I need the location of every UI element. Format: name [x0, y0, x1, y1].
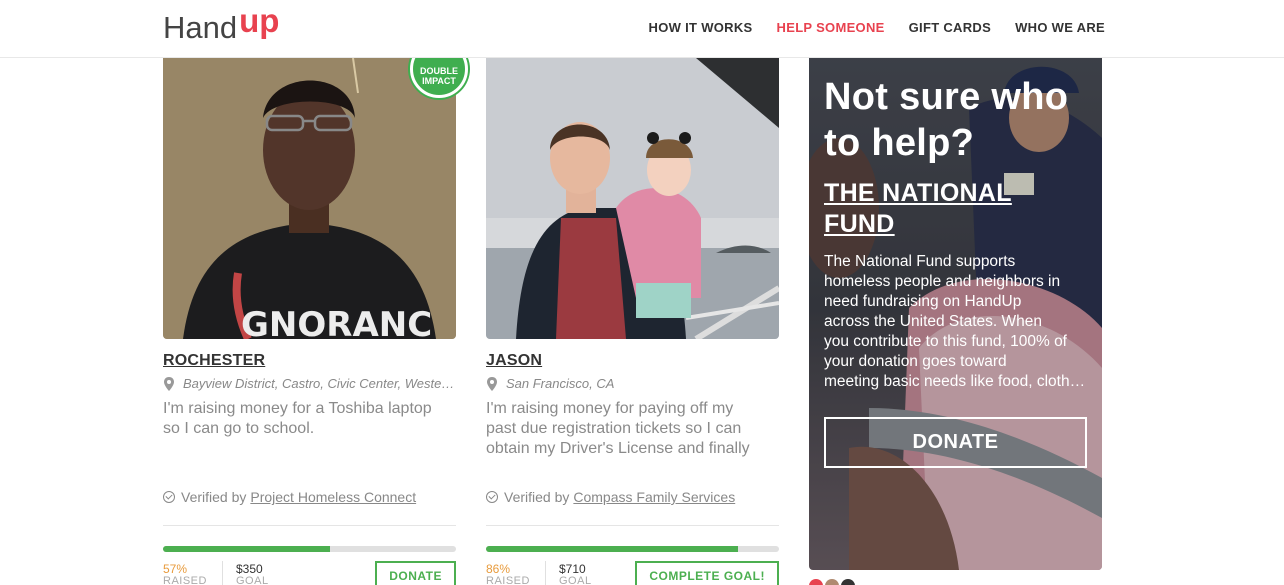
- svg-text:GNORANC: GNORANC: [241, 305, 432, 339]
- profile-name[interactable]: JASON: [486, 352, 542, 370]
- profile-photo[interactable]: [486, 58, 779, 339]
- nav-how-it-works[interactable]: HOW IT WORKS: [649, 20, 753, 35]
- check-circle-icon: [163, 491, 175, 503]
- profile-photo[interactable]: GNORANC: [163, 58, 456, 339]
- progress-bar: [486, 546, 779, 552]
- verified-by: Verified by Project Homeless Connect: [163, 489, 456, 505]
- location: San Francisco, CA: [486, 376, 779, 391]
- main-nav: HOW IT WORKS HELP SOMEONE GIFT CARDS WHO…: [625, 20, 1105, 35]
- complete-goal-button[interactable]: COMPLETE GOAL!: [635, 561, 779, 585]
- stats-separator: [545, 561, 546, 585]
- verifier-link[interactable]: Project Homeless Connect: [250, 489, 416, 505]
- fundraising-stats: 86% RAISED $710 GOAL COMPLETE GOAL!: [486, 561, 779, 585]
- supporter-avatars: [809, 579, 855, 585]
- divider: [163, 525, 456, 526]
- location: Bayview District, Castro, Civic Center, …: [163, 376, 456, 391]
- handup-logo[interactable]: Hand up: [163, 2, 279, 48]
- goal-amount: $350 GOAL: [236, 562, 269, 585]
- profile-card-rochester: DOUBLE IMPACT GNORANC ROCHESTER Bayview …: [163, 40, 468, 585]
- donate-button[interactable]: DONATE: [375, 561, 456, 585]
- profile-name[interactable]: ROCHESTER: [163, 352, 265, 370]
- story-text: I'm raising money for paying off my past…: [486, 400, 750, 457]
- nav-gift-cards[interactable]: GIFT CARDS: [909, 20, 991, 35]
- progress-fill: [163, 546, 330, 552]
- story-text: I'm raising money for a Toshiba laptop s…: [163, 400, 432, 437]
- fundraising-stats: 57% RAISED $350 GOAL DONATE: [163, 561, 456, 585]
- nav-who-we-are[interactable]: WHO WE ARE: [1015, 20, 1105, 35]
- site-header: Hand up HOW IT WORKS HELP SOMEONE GIFT C…: [0, 0, 1284, 58]
- avatar: [825, 579, 839, 585]
- divider: [486, 525, 779, 526]
- nav-help-someone[interactable]: HELP SOMEONE: [777, 20, 885, 35]
- map-pin-icon: [487, 376, 497, 391]
- avatar: [841, 579, 855, 585]
- goal-amount: $710 GOAL: [559, 562, 592, 585]
- promo-question: Not sure who to help?: [824, 76, 1069, 164]
- progress-fill: [486, 546, 738, 552]
- percent-raised: 57% RAISED: [163, 562, 207, 585]
- national-fund-donate-button[interactable]: DONATE: [824, 417, 1087, 468]
- profile-card-jason: JASON San Francisco, CA I'm raising mone…: [486, 58, 779, 585]
- national-fund-description: The National Fund supports homeless peop…: [824, 253, 1088, 390]
- promo-content: Not sure who to help? THE NATIONAL FUND …: [824, 74, 1088, 468]
- verifier-link[interactable]: Compass Family Services: [573, 489, 735, 505]
- avatar: [809, 579, 823, 585]
- progress-bar: [163, 546, 456, 552]
- check-circle-icon: [486, 491, 498, 503]
- logo-hand-text: Hand: [163, 10, 238, 45]
- map-pin-icon: [164, 376, 174, 391]
- national-fund-title[interactable]: THE NATIONAL FUND: [824, 178, 1012, 240]
- stats-separator: [222, 561, 223, 585]
- national-fund-card[interactable]: Not sure who to help? THE NATIONAL FUND …: [809, 48, 1102, 570]
- logo-up-text: up: [239, 2, 280, 39]
- verified-by: Verified by Compass Family Services: [486, 489, 779, 505]
- percent-raised: 86% RAISED: [486, 562, 530, 585]
